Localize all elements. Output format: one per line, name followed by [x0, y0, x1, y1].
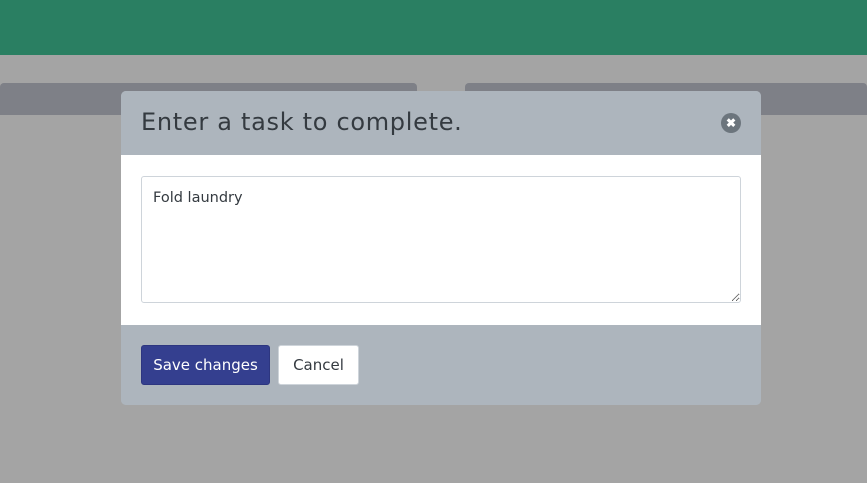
modal-footer: Save changes Cancel	[121, 325, 761, 405]
top-navbar	[0, 0, 867, 55]
task-input[interactable]: Fold laundry	[141, 176, 741, 303]
page: Enter a task to complete. ✖ Fold laundry…	[0, 0, 867, 483]
modal-body: Fold laundry	[121, 155, 761, 325]
save-changes-button[interactable]: Save changes	[141, 345, 270, 385]
modal-title: Enter a task to complete.	[141, 108, 463, 136]
modal-header: Enter a task to complete. ✖	[121, 91, 761, 155]
cancel-button[interactable]: Cancel	[278, 345, 359, 385]
close-icon[interactable]: ✖	[721, 113, 741, 133]
task-modal: Enter a task to complete. ✖ Fold laundry…	[121, 91, 761, 405]
